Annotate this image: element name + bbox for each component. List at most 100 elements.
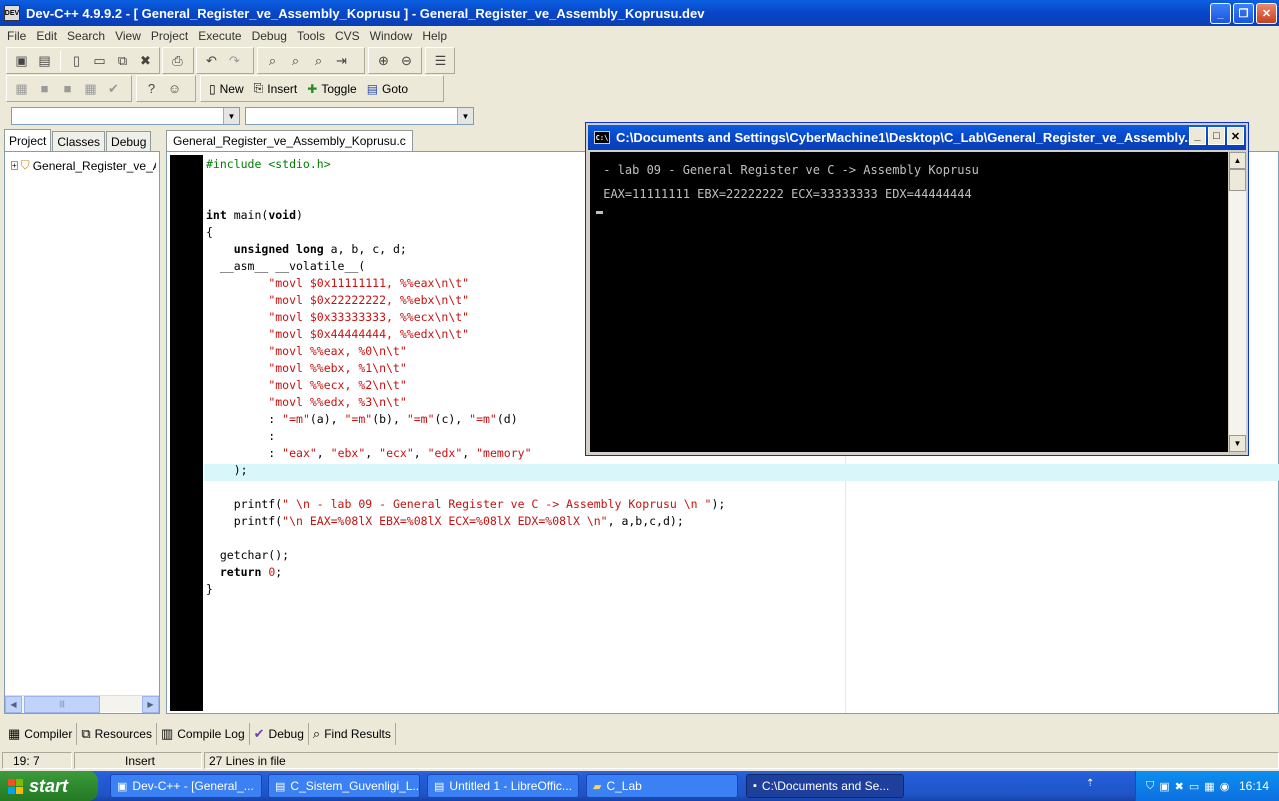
menu-project[interactable]: Project [146, 29, 193, 43]
tab-project[interactable]: Project [4, 129, 52, 151]
menu-debug[interactable]: Debug [247, 29, 292, 43]
tab-debug[interactable]: Debug [106, 131, 152, 151]
chevron-up-icon[interactable]: ⇡ [1086, 778, 1094, 789]
console-output: - lab 09 - General Register ve C -> Asse… [590, 152, 1228, 452]
code-line[interactable]: ); [206, 462, 725, 479]
document-icon: ▤ [275, 780, 286, 793]
menu-window[interactable]: Window [365, 29, 418, 43]
remove-from-project-icon[interactable]: ⊖ [396, 50, 417, 71]
chevron-right-icon[interactable]: ▶ [142, 696, 159, 713]
chevron-left-icon[interactable]: ◀ [5, 696, 22, 713]
print-icon[interactable]: ⎙ [167, 50, 188, 71]
console-maximize-button[interactable]: □ [1208, 127, 1225, 145]
save-icon[interactable]: ▭ [89, 50, 110, 71]
chevron-down-icon[interactable]: ▼ [457, 108, 473, 124]
about-icon[interactable]: ☺ [164, 78, 185, 99]
goto-bookmark-button[interactable]: ▤ Goto [363, 78, 412, 99]
code-line[interactable]: } [206, 581, 725, 598]
console-window[interactable]: C:\ C:\Documents and Settings\CyberMachi… [585, 122, 1249, 456]
rebuild-icon[interactable]: ▦ [80, 78, 101, 99]
help-icon[interactable]: ? [141, 78, 162, 99]
tab-classes[interactable]: Classes [52, 131, 106, 151]
scroll-thumb[interactable] [1229, 169, 1246, 191]
save-all-icon[interactable]: ⧉ [112, 50, 133, 71]
find-next-icon[interactable]: ⌕ [308, 50, 329, 71]
tab-debug-output[interactable]: ✔ Debug [250, 723, 309, 745]
menu-file[interactable]: File [2, 29, 31, 43]
console-vertical-scrollbar[interactable]: ▲ ▼ [1229, 152, 1246, 452]
scroll-thumb[interactable]: ||| [24, 696, 100, 713]
sync-icon[interactable]: ▦ [1204, 780, 1214, 793]
tree-horizontal-scrollbar[interactable]: ◀ ||| ▶ [5, 695, 159, 713]
toggle-bookmark-button[interactable]: ✚ Toggle [303, 78, 360, 99]
menu-tools[interactable]: Tools [292, 29, 330, 43]
compile-run-icon[interactable]: ■ [57, 78, 78, 99]
console-close-button[interactable]: ✕ [1227, 127, 1244, 145]
shield-icon[interactable]: ⛉ [1146, 780, 1154, 793]
run-icon[interactable]: ■ [34, 78, 55, 99]
compile-icon[interactable]: ▦ [11, 78, 32, 99]
menu-search[interactable]: Search [62, 29, 110, 43]
menu-edit[interactable]: Edit [31, 29, 62, 43]
restore-button[interactable]: ❐ [1233, 3, 1254, 24]
console-titlebar[interactable]: C:\ C:\Documents and Settings\CyberMachi… [588, 125, 1246, 150]
insert-button[interactable]: ⎘ Insert [250, 78, 302, 99]
window-titlebar[interactable]: DEV Dev-C++ 4.9.9.2 - [ General_Register… [0, 0, 1279, 26]
devcpp-icon: ▣ [117, 780, 128, 793]
task-devcpp[interactable]: ▣ Dev-C++ - [General_... [110, 774, 262, 798]
wireless-icon[interactable]: ◉ [1220, 780, 1230, 793]
tab-label: Find Results [324, 727, 391, 741]
tab-find-results[interactable]: ⌕ Find Results [309, 723, 396, 745]
tree-item-project[interactable]: + ⛉ General_Register_ve_Assembly_Koprusu [11, 158, 156, 173]
project-options-icon[interactable]: ☰ [430, 50, 451, 71]
goto-line-icon[interactable]: ⇥ [331, 50, 352, 71]
code-line[interactable]: ​ [206, 530, 725, 547]
code-line[interactable]: getchar(); [206, 547, 725, 564]
code-line[interactable]: return 0; [206, 564, 725, 581]
console-minimize-button[interactable]: _ [1189, 127, 1206, 145]
code-line[interactable]: ​ [206, 479, 725, 496]
open-file-icon[interactable]: ▤ [34, 50, 55, 71]
antivirus-icon[interactable]: ✖ [1175, 780, 1184, 793]
menu-cvs[interactable]: CVS [330, 29, 365, 43]
task-folder[interactable]: ▰ C_Lab [586, 774, 738, 798]
menu-help[interactable]: Help [417, 29, 452, 43]
replace-icon[interactable]: ⌕ [285, 50, 306, 71]
menu-view[interactable]: View [110, 29, 146, 43]
network-icon[interactable]: ▣ [1159, 780, 1169, 793]
find-icon[interactable]: ⌕ [262, 50, 283, 71]
edit-mode: Insert [74, 752, 202, 769]
tab-label: Compile Log [177, 727, 245, 741]
tab-compiler[interactable]: ▦ Compiler [4, 723, 78, 745]
close-button[interactable]: ✕ [1256, 3, 1277, 24]
left-panel-tabs: Project Classes Debug [4, 129, 152, 151]
tab-compile-log[interactable]: ▥ Compile Log [157, 723, 250, 745]
code-line[interactable]: printf(" \n - lab 09 - General Register … [206, 496, 726, 513]
chevron-down-icon[interactable]: ▼ [223, 108, 239, 124]
toggle-label: Toggle [321, 81, 357, 96]
task-console[interactable]: ▪ C:\Documents and Se... [746, 774, 904, 798]
code-line[interactable]: printf("\n EAX=%08lX EBX=%08lX ECX=%08lX… [206, 513, 725, 530]
close-file-icon[interactable]: ✖ [135, 50, 156, 71]
chevron-down-icon[interactable]: ▼ [1229, 435, 1246, 452]
open-project-icon[interactable]: ▣ [11, 50, 32, 71]
check-syntax-icon[interactable]: ✔ [103, 78, 124, 99]
class-select[interactable]: ▼ [11, 107, 240, 125]
add-to-project-icon[interactable]: ⊕ [373, 50, 394, 71]
tab-label: Resources [94, 727, 152, 741]
new-class-button[interactable]: ▯ New [205, 78, 248, 99]
undo-icon[interactable]: ↶ [201, 50, 222, 71]
task-document[interactable]: ▤ C_Sistem_Guvenligi_L... [268, 774, 420, 798]
redo-icon[interactable]: ↷ [224, 50, 245, 71]
start-button[interactable]: start [0, 771, 98, 801]
tab-resources[interactable]: ⧉ Resources [77, 723, 157, 745]
task-libreoffice[interactable]: ▤ Untitled 1 - LibreOffic... [427, 774, 579, 798]
expand-icon[interactable]: + [11, 161, 18, 170]
member-select[interactable]: ▼ [245, 107, 474, 125]
minimize-button[interactable]: _ [1210, 3, 1231, 24]
menu-execute[interactable]: Execute [193, 29, 246, 43]
monitor-icon[interactable]: ▭ [1189, 780, 1199, 793]
chevron-up-icon[interactable]: ▲ [1229, 152, 1246, 169]
editor-tab[interactable]: General_Register_ve_Assembly_Koprusu.c [166, 130, 413, 151]
new-file-icon[interactable]: ▯ [66, 50, 87, 71]
